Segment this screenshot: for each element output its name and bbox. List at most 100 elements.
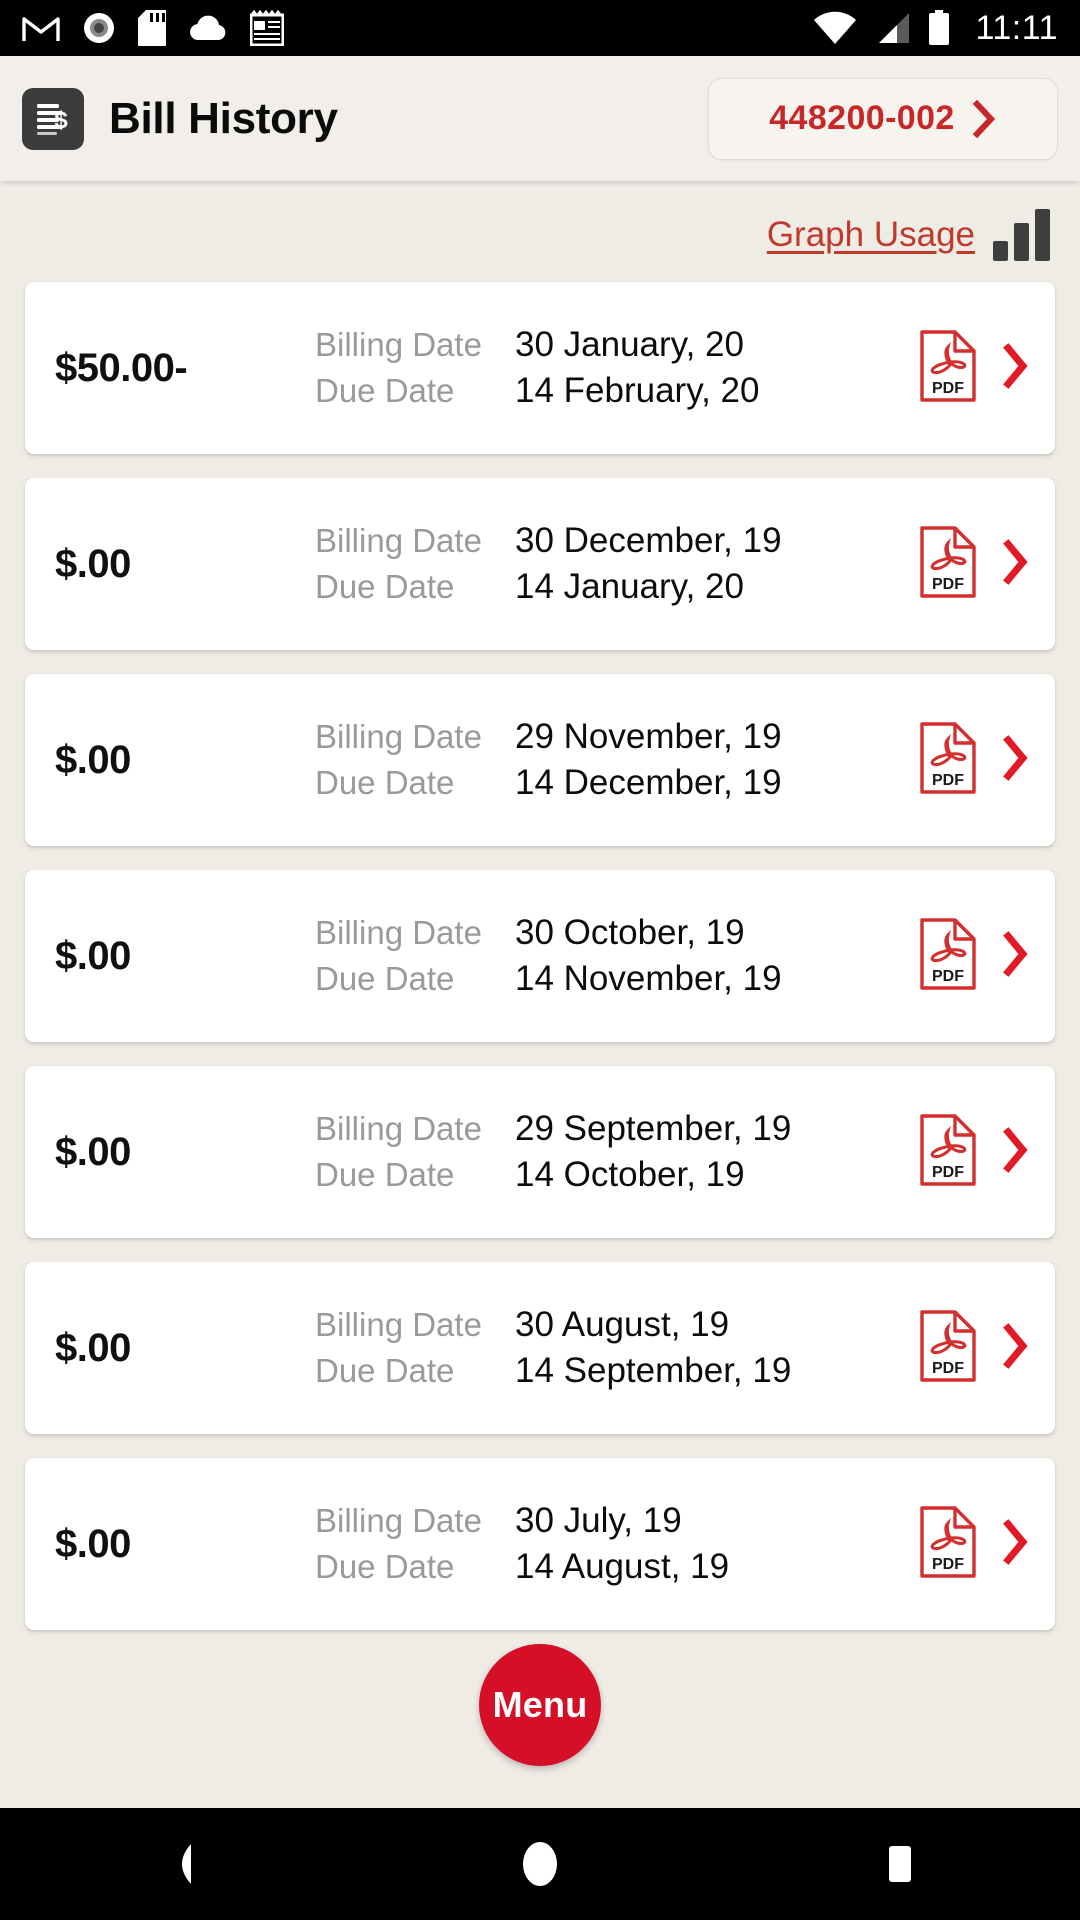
billing-date-label: Billing Date (315, 326, 482, 363)
bill-detail-chevron[interactable] (1003, 930, 1029, 982)
due-date-row: Due Date 14 September, 19 (315, 1351, 919, 1391)
table-row[interactable]: $50.00- Billing Date 30 January, 20 Due … (25, 282, 1055, 454)
status-bar-clock: 11:11 (975, 8, 1058, 47)
due-date-label: Due Date (315, 1156, 455, 1193)
status-bar-notification-icons (22, 10, 284, 46)
bill-amount: $.00 (55, 1325, 131, 1370)
android-navigation-bar (0, 1808, 1080, 1920)
due-date-label: Due Date (315, 372, 455, 409)
due-date-row: Due Date 14 February, 20 (315, 371, 919, 411)
bill-detail-chevron[interactable] (1003, 538, 1029, 590)
bill-detail-chevron[interactable] (1003, 342, 1029, 394)
pdf-download-button[interactable]: PDF (919, 525, 977, 604)
chevron-right-icon (1003, 930, 1028, 977)
svg-text:PDF: PDF (932, 576, 964, 593)
chevron-right-icon (1003, 1518, 1028, 1565)
chevron-right-icon (1003, 1126, 1028, 1173)
sd-card-icon (138, 10, 166, 46)
billing-date-row: Billing Date 30 December, 19 (315, 521, 919, 561)
billing-date-value: 30 December, 19 (515, 521, 782, 560)
chevron-right-icon (1003, 342, 1028, 389)
due-date-label: Due Date (315, 1548, 455, 1585)
billing-date-row: Billing Date 30 October, 19 (315, 913, 919, 953)
pdf-download-button[interactable]: PDF (919, 1113, 977, 1192)
due-date-row: Due Date 14 November, 19 (315, 959, 919, 999)
svg-text:PDF: PDF (932, 1360, 964, 1377)
bill-detail-chevron[interactable] (1003, 1518, 1029, 1570)
account-selector-chip[interactable]: 448200-002 (708, 77, 1058, 160)
billing-date-label: Billing Date (315, 1306, 482, 1343)
status-bar: 11:11 (0, 0, 1080, 56)
bill-dates: Billing Date 30 July, 19 Due Date 14 Aug… (315, 1501, 919, 1587)
account-number: 448200-002 (769, 99, 955, 137)
bill-dates: Billing Date 29 September, 19 Due Date 1… (315, 1109, 919, 1195)
pdf-download-button[interactable]: PDF (919, 1309, 977, 1388)
chevron-right-icon (1003, 538, 1028, 585)
bill-dates: Billing Date 30 August, 19 Due Date 14 S… (315, 1305, 919, 1391)
pdf-download-button[interactable]: PDF (919, 917, 977, 996)
bill-amount: $.00 (55, 933, 131, 978)
pdf-icon: PDF (920, 721, 976, 794)
due-date-value: 14 February, 20 (515, 371, 760, 410)
due-date-label: Due Date (315, 960, 455, 997)
bill-dates: Billing Date 30 October, 19 Due Date 14 … (315, 913, 919, 999)
bill-detail-chevron[interactable] (1003, 734, 1029, 786)
page-title: Bill History (109, 93, 338, 143)
menu-fab-label: Menu (492, 1684, 588, 1725)
app-header: $ Bill History 448200-002 (0, 56, 1080, 181)
bill-dates: Billing Date 29 November, 19 Due Date 14… (315, 717, 919, 803)
table-row[interactable]: $.00 Billing Date 30 July, 19 Due Date 1… (25, 1458, 1055, 1630)
nav-home-button[interactable] (465, 1808, 615, 1920)
bill-document-icon: $ (22, 87, 84, 150)
chevron-right-icon (1003, 734, 1028, 781)
svg-text:PDF: PDF (932, 1164, 964, 1181)
billing-date-label: Billing Date (315, 522, 482, 559)
due-date-value: 14 November, 19 (515, 959, 782, 998)
table-row[interactable]: $.00 Billing Date 30 October, 19 Due Dat… (25, 870, 1055, 1042)
status-bar-system-icons: 11:11 (813, 9, 1058, 48)
record-circle-icon (84, 13, 114, 43)
home-circle-icon (523, 1842, 557, 1886)
nav-back-button[interactable] (105, 1808, 255, 1920)
bar-chart-icon[interactable] (993, 209, 1050, 261)
due-date-value: 14 September, 19 (515, 1351, 792, 1390)
billing-date-value: 29 September, 19 (515, 1109, 792, 1148)
due-date-label: Due Date (315, 1352, 455, 1389)
notepad-icon (250, 10, 284, 46)
billing-date-row: Billing Date 30 January, 20 (315, 325, 919, 365)
cellular-signal-icon (879, 13, 910, 43)
due-date-row: Due Date 14 August, 19 (315, 1547, 919, 1587)
bill-detail-chevron[interactable] (1003, 1126, 1029, 1178)
pdf-download-button[interactable]: PDF (919, 721, 977, 800)
back-triangle-icon (182, 1844, 191, 1884)
table-row[interactable]: $.00 Billing Date 29 November, 19 Due Da… (25, 674, 1055, 846)
bill-amount: $.00 (55, 541, 131, 586)
pdf-icon: PDF (920, 525, 976, 598)
pdf-download-button[interactable]: PDF (919, 1505, 977, 1584)
due-date-row: Due Date 14 January, 20 (315, 567, 919, 607)
wifi-icon (814, 11, 857, 45)
billing-date-label: Billing Date (315, 1502, 482, 1539)
due-date-label: Due Date (315, 568, 455, 605)
billing-date-row: Billing Date 30 July, 19 (315, 1501, 919, 1541)
graph-usage-link[interactable]: Graph Usage (767, 215, 975, 255)
table-row[interactable]: $.00 Billing Date 29 September, 19 Due D… (25, 1066, 1055, 1238)
nav-recents-button[interactable] (825, 1808, 975, 1920)
due-date-value: 14 August, 19 (515, 1547, 730, 1586)
pdf-download-button[interactable]: PDF (919, 329, 977, 408)
bill-amount: $50.00- (55, 345, 188, 390)
due-date-value: 14 January, 20 (515, 567, 744, 606)
table-row[interactable]: $.00 Billing Date 30 August, 19 Due Date… (25, 1262, 1055, 1434)
pdf-icon: PDF (920, 917, 976, 990)
pdf-icon: PDF (920, 1505, 976, 1578)
bill-detail-chevron[interactable] (1003, 1322, 1029, 1374)
gmail-icon (22, 17, 60, 41)
svg-text:PDF: PDF (932, 1556, 964, 1573)
chevron-right-icon (1003, 1322, 1028, 1369)
menu-fab-button[interactable]: Menu (479, 1644, 601, 1766)
svg-text:PDF: PDF (932, 968, 964, 985)
bill-amount: $.00 (55, 737, 131, 782)
table-row[interactable]: $.00 Billing Date 30 December, 19 Due Da… (25, 478, 1055, 650)
billing-date-value: 30 January, 20 (515, 325, 744, 364)
billing-date-label: Billing Date (315, 718, 482, 755)
